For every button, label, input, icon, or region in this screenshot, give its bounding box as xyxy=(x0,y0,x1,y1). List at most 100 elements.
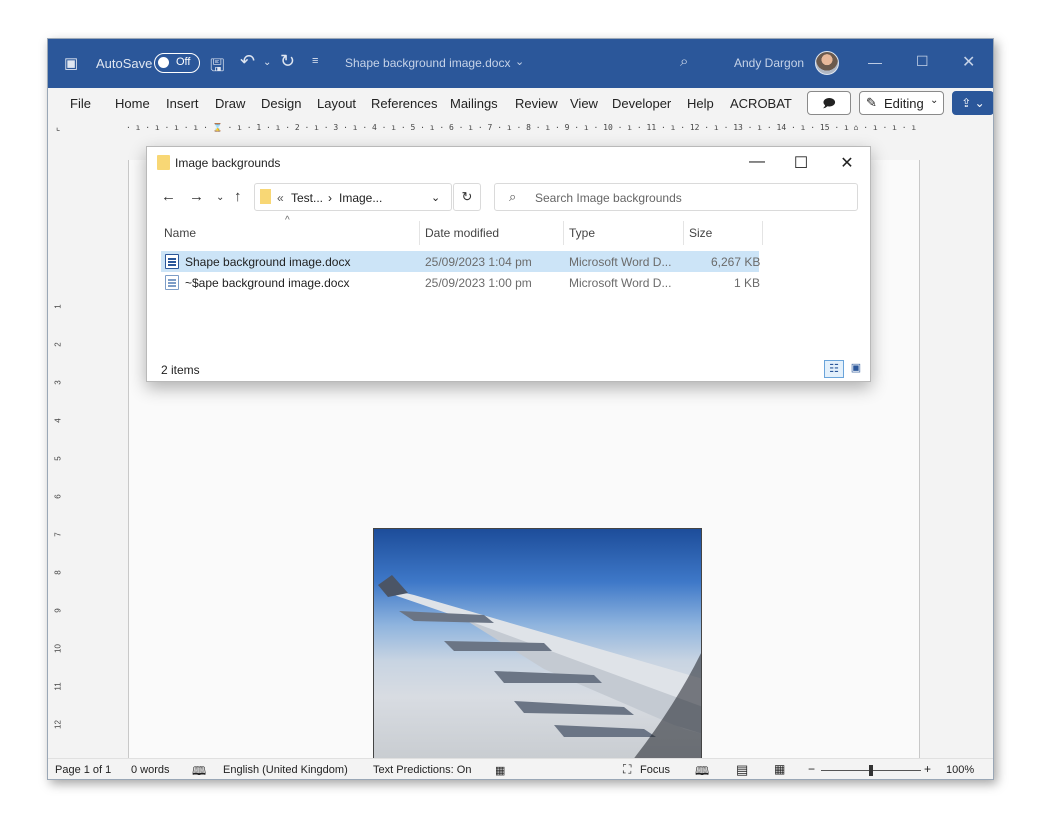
customize-toolbar-icon[interactable]: ≡ xyxy=(312,55,318,67)
focus-icon[interactable]: ⛶ xyxy=(623,762,631,777)
save-icon[interactable]: 🖫 xyxy=(210,53,224,82)
airplane-wing-image[interactable] xyxy=(373,528,702,770)
tab-review[interactable]: Review xyxy=(515,96,558,111)
maximize-icon[interactable]: ☐ xyxy=(916,53,929,70)
search-field[interactable]: ⌕ Search Image backgrounds xyxy=(494,183,858,211)
read-mode-icon[interactable]: 🕮 xyxy=(695,762,709,779)
print-layout-icon[interactable]: ▤ xyxy=(736,762,748,778)
tab-mailings[interactable]: Mailings xyxy=(450,96,498,111)
breadcrumb-overflow[interactable]: « xyxy=(277,191,284,205)
comments-button[interactable]: 🗩 xyxy=(807,91,851,115)
accessibility-icon[interactable]: ▦ xyxy=(495,764,505,777)
search-icon[interactable]: ⌕ xyxy=(680,53,688,70)
explorer-title: Image backgrounds xyxy=(175,156,281,170)
tab-acrobat[interactable]: ACROBAT xyxy=(730,96,792,111)
ribbon-tabs: File Home Insert Draw Design Layout Refe… xyxy=(48,88,993,118)
details-view-icon: ☷ xyxy=(829,363,839,375)
file-explorer-window: Image backgrounds — ☐ ✕ ← → ⌄ ↑ « Test..… xyxy=(146,146,871,382)
pencil-icon: ✎ xyxy=(866,95,877,110)
tab-insert[interactable]: Insert xyxy=(166,96,199,111)
redo-icon[interactable]: ↻ xyxy=(280,51,295,72)
breadcrumb-image[interactable]: Image... xyxy=(339,191,382,205)
undo-dropdown-icon[interactable]: ⌄ xyxy=(263,57,271,68)
tab-file[interactable]: File xyxy=(70,96,91,111)
tab-design[interactable]: Design xyxy=(261,96,301,111)
minimize-icon[interactable]: — xyxy=(747,153,767,171)
word-save-icon[interactable]: ▣ xyxy=(64,54,78,72)
refresh-button[interactable]: ↻ xyxy=(453,183,481,211)
close-icon[interactable]: ✕ xyxy=(962,52,975,72)
tab-developer[interactable]: Developer xyxy=(612,96,671,111)
file-size: 1 KB xyxy=(734,276,761,290)
language-status[interactable]: English (United Kingdom) xyxy=(223,764,348,776)
file-size: 6,267 KB xyxy=(711,255,761,269)
zoom-in-icon[interactable]: + xyxy=(924,762,931,776)
address-bar[interactable]: « Test... › Image... ⌄ xyxy=(254,183,452,211)
large-icons-view-icon: ▣ xyxy=(850,362,862,374)
file-row[interactable]: ~$ape background image.docx 25/09/2023 1… xyxy=(161,272,761,293)
details-view-button[interactable]: ☷ xyxy=(824,360,844,378)
maximize-icon[interactable]: ☐ xyxy=(791,153,811,173)
share-icon: ⇪ ⌄ xyxy=(961,96,985,110)
file-type: Microsoft Word D... xyxy=(569,276,672,290)
file-row-selected[interactable]: Shape background image.docx 25/09/2023 1… xyxy=(161,251,761,272)
sort-ascending-icon: ^ xyxy=(285,215,290,226)
autosave-toggle[interactable]: Off xyxy=(154,53,200,73)
proofing-icon[interactable]: 🕮 xyxy=(192,762,206,779)
avatar[interactable] xyxy=(815,51,839,75)
column-divider[interactable] xyxy=(563,221,564,245)
editing-mode-button[interactable]: ✎ Editing ⌄ xyxy=(859,91,944,115)
column-size[interactable]: Size xyxy=(689,226,712,240)
tab-home[interactable]: Home xyxy=(115,96,150,111)
address-dropdown-icon[interactable]: ⌄ xyxy=(431,191,440,204)
page-count[interactable]: Page 1 of 1 xyxy=(55,764,111,776)
comment-icon: 🗩 xyxy=(822,96,836,110)
undo-icon[interactable]: ↶ xyxy=(240,51,255,72)
breadcrumb-test[interactable]: Test... xyxy=(291,191,323,205)
file-date: 25/09/2023 1:04 pm xyxy=(425,255,532,269)
file-name: Shape background image.docx xyxy=(185,255,351,269)
vruler-tick: 6 xyxy=(53,494,63,499)
column-divider[interactable] xyxy=(683,221,684,245)
tab-layout[interactable]: Layout xyxy=(317,96,356,111)
column-name[interactable]: Name xyxy=(164,226,196,240)
text-predictions-status[interactable]: Text Predictions: On xyxy=(373,764,471,776)
forward-arrow-icon[interactable]: → xyxy=(189,188,204,205)
back-arrow-icon[interactable]: ← xyxy=(161,188,176,205)
folder-icon xyxy=(157,155,170,170)
word-count[interactable]: 0 words xyxy=(131,764,170,776)
zoom-level[interactable]: 100% xyxy=(946,764,974,776)
vruler-tick: 12 xyxy=(53,720,63,729)
status-bar: Page 1 of 1 0 words 🕮 English (United Ki… xyxy=(48,758,993,779)
title-dropdown-icon[interactable]: ⌄ xyxy=(515,55,524,68)
share-button[interactable]: ⇪ ⌄ xyxy=(952,91,993,115)
zoom-slider[interactable] xyxy=(821,765,921,776)
column-divider[interactable] xyxy=(419,221,420,245)
column-type[interactable]: Type xyxy=(569,226,595,240)
minimize-icon[interactable]: — xyxy=(868,54,882,70)
editing-label: Editing xyxy=(884,96,924,111)
recent-dropdown-icon[interactable]: ⌄ xyxy=(216,192,224,203)
web-layout-icon[interactable]: ▦ xyxy=(774,762,785,776)
vertical-ruler[interactable]: 1 2 3 4 5 6 7 8 9 10 11 12 13 xyxy=(51,262,65,779)
column-divider[interactable] xyxy=(762,221,763,245)
document-title[interactable]: Shape background image.docx xyxy=(345,56,510,70)
close-icon[interactable]: ✕ xyxy=(837,153,857,173)
autosave-label: AutoSave xyxy=(96,56,153,71)
tab-draw[interactable]: Draw xyxy=(215,96,245,111)
horizontal-ruler[interactable]: ⌞ · ı · ı · ı · ı · ⌛ · ı · 1 · ı · 2 · … xyxy=(48,118,993,138)
tab-references[interactable]: References xyxy=(371,96,437,111)
column-date-modified[interactable]: Date modified xyxy=(425,226,499,240)
focus-button[interactable]: Focus xyxy=(640,764,670,776)
zoom-out-icon[interactable]: − xyxy=(808,762,815,776)
vruler-tick: 11 xyxy=(53,682,63,691)
zoom-thumb[interactable] xyxy=(869,765,873,776)
large-icons-view-button[interactable]: ▣ xyxy=(846,360,866,378)
tab-selector-icon[interactable]: ⌞ xyxy=(56,122,60,133)
folder-icon xyxy=(260,189,271,204)
up-arrow-icon[interactable]: ↑ xyxy=(234,188,242,205)
tab-view[interactable]: View xyxy=(570,96,598,111)
wing-graphic xyxy=(378,575,701,769)
tab-help[interactable]: Help xyxy=(687,96,714,111)
user-name[interactable]: Andy Dargon xyxy=(734,56,804,70)
